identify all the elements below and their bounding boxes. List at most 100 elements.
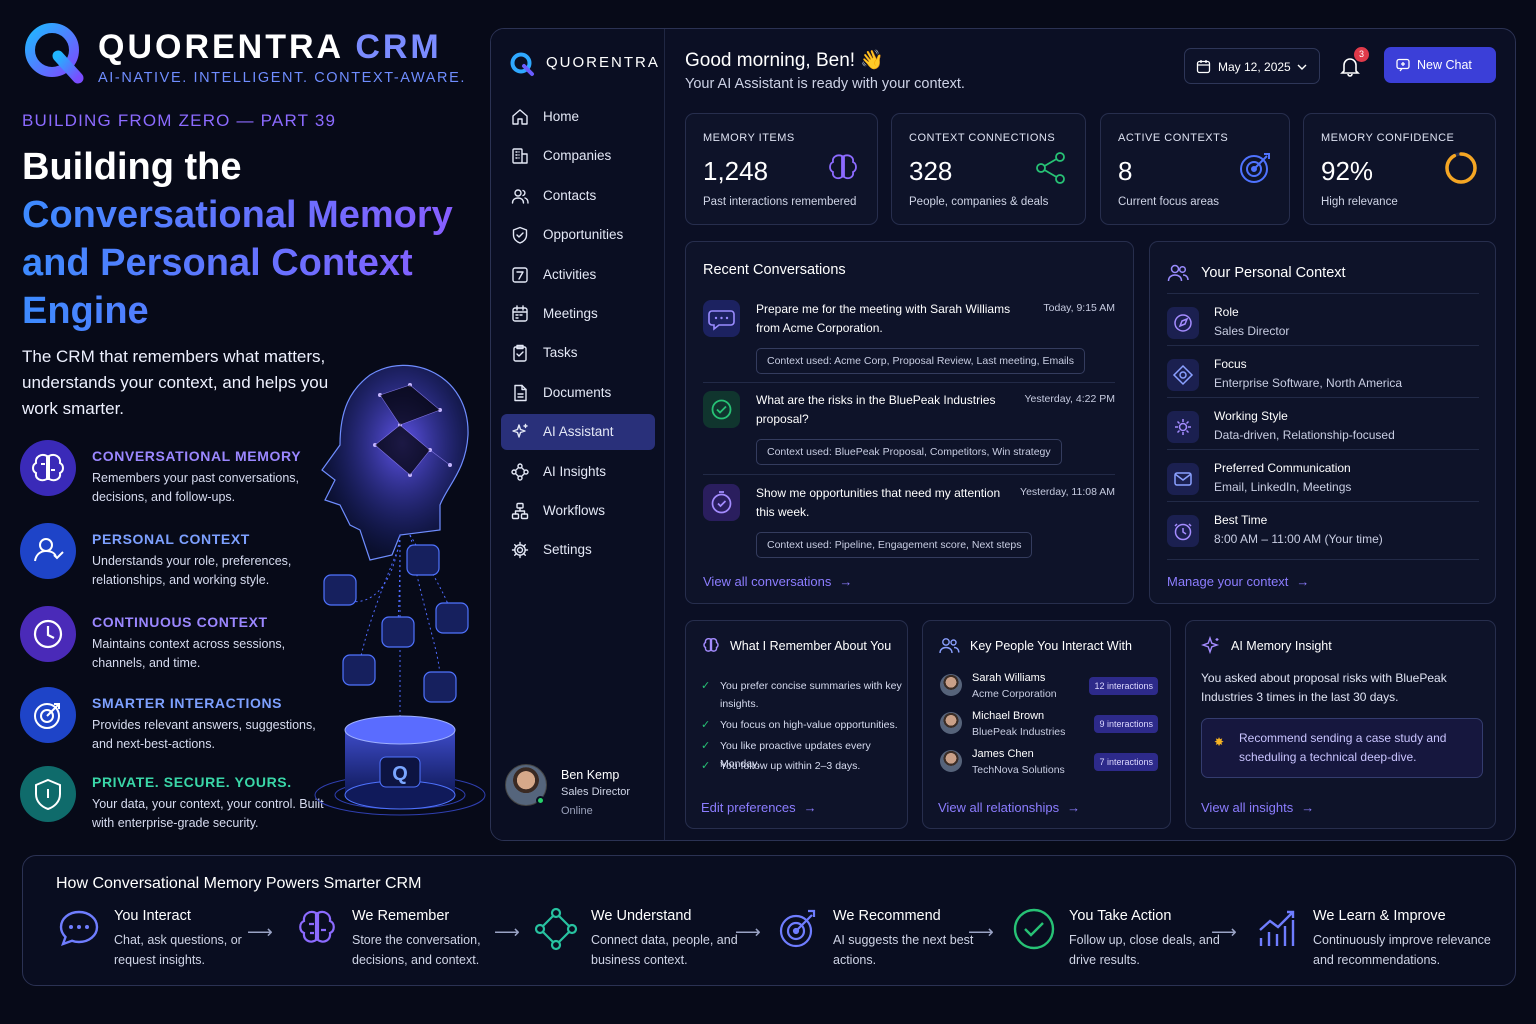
stat-card-context-connections[interactable]: CONTEXT CONNECTIONS 328 People, companie… [891, 113, 1086, 225]
view-all-relationships-link[interactable]: View all relationships → [938, 800, 1080, 815]
greeting: Good morning, Ben! 👋 [685, 50, 884, 71]
manage-context-link[interactable]: Manage your context → [1167, 574, 1309, 589]
flow-step-learn-improve: We Learn & Improve Continuously improve … [1255, 906, 1491, 976]
sparkle-icon [1201, 636, 1221, 656]
person-row[interactable]: James Chen TechNova Solutions 7 interact… [938, 747, 1158, 781]
greeting-subtitle: Your AI Assistant is ready with your con… [685, 76, 965, 92]
feature-personal-context: PERSONAL CONTEXT Understands your role, … [20, 523, 320, 587]
new-chat-button[interactable]: New Chat [1384, 47, 1496, 83]
users-icon [1167, 262, 1189, 284]
conversation-item[interactable]: Show me opportunities that need my atten… [703, 480, 1115, 566]
avatar [940, 750, 962, 772]
recent-conversations-title: Recent Conversations [703, 262, 846, 278]
view-all-insights-link[interactable]: View all insights → [1201, 800, 1314, 815]
interaction-count-badge: 7 interactions [1094, 753, 1158, 771]
sidebar-item-ai-assistant[interactable]: AI Assistant [501, 414, 655, 451]
target-icon [775, 906, 821, 952]
user-name: Ben Kemp [561, 768, 620, 782]
context-item-role[interactable]: Role Sales Director [1167, 301, 1477, 347]
brain-icon [294, 906, 340, 952]
interaction-count-badge: 12 interactions [1089, 677, 1158, 695]
quorentra-logo-icon[interactable] [509, 51, 535, 77]
check-icon: ✓ [701, 719, 711, 731]
person-row[interactable]: Sarah Williams Acme Corporation 12 inter… [938, 671, 1158, 705]
ai-memory-insight-title: AI Memory Insight [1231, 639, 1332, 653]
sidebar-item-tasks[interactable]: Tasks [501, 335, 655, 371]
sidebar-item-workflows[interactable]: Workflows [501, 493, 655, 529]
check-icon: ✓ [701, 740, 711, 752]
person-row[interactable]: Michael Brown BluePeak Industries 9 inte… [938, 709, 1158, 743]
sidebar-item-label: Activities [543, 266, 597, 282]
flow-step-take-action: You Take Action Follow up, close deals, … [1011, 906, 1241, 976]
sidebar-item-label: Settings [543, 542, 592, 558]
sidebar-item-label: AI Insights [543, 463, 607, 479]
date-picker-button[interactable]: May 12, 2025 [1184, 48, 1320, 84]
sidebar-item-ai-insights[interactable]: AI Insights [501, 454, 655, 490]
promo-subtitle: The CRM that remembers what matters, und… [22, 347, 329, 418]
workflow-icon [511, 502, 529, 520]
recommendation-box[interactable]: ✸ Recommend sending a case study and sch… [1201, 718, 1483, 778]
context-used-chip: Context used: Pipeline, Engagement score… [756, 532, 1033, 558]
context-item-working-style[interactable]: Working Style Data-driven, Relationship-… [1167, 405, 1477, 451]
key-people-card: Key People You Interact With Sarah Willi… [922, 620, 1171, 829]
building-icon [511, 147, 529, 165]
brain-icon [20, 440, 76, 496]
focus-icon [1167, 359, 1199, 391]
edit-preferences-link[interactable]: Edit preferences → [701, 800, 817, 815]
brand-tagline: AI-NATIVE. INTELLIGENT. CONTEXT-AWARE. [98, 70, 467, 86]
context-used-chip: Context used: BluePeak Proposal, Competi… [756, 439, 1062, 465]
arrow-right-icon: ⟶ [1211, 922, 1237, 942]
crm-dashboard-window: QUORENTRA Home Companies Contacts Opportuni… [490, 28, 1516, 841]
conversation-item[interactable]: What are the risks in the BluePeak Indus… [703, 387, 1115, 473]
feature-continuous-context: CONTINUOUS CONTEXT Maintains context acr… [20, 606, 320, 670]
view-all-conversations-link[interactable]: View all conversations → [703, 574, 852, 589]
growth-chart-icon [1255, 906, 1301, 952]
divider [703, 382, 1115, 383]
clipboard-check-icon [511, 344, 529, 363]
sidebar-item-activities[interactable]: Activities [501, 257, 655, 293]
avatar [940, 712, 962, 734]
network-icon [533, 906, 579, 952]
check-circle-icon [703, 391, 740, 428]
stat-card-active-contexts[interactable]: ACTIVE CONTEXTS 8 Current focus areas [1100, 113, 1290, 225]
quorentra-logo-icon [20, 18, 86, 84]
headline: Building the Conversational Memory and P… [22, 143, 472, 335]
context-item-focus[interactable]: Focus Enterprise Software, North America [1167, 353, 1477, 399]
sidebar-item-documents[interactable]: Documents [501, 375, 655, 411]
sidebar-item-meetings[interactable]: Meetings [501, 296, 655, 332]
mail-icon [1167, 463, 1199, 495]
user-icon [20, 523, 76, 579]
recent-conversations-card: Recent Conversations Prepare me for the … [685, 241, 1134, 604]
sidebar-item-label: Home [543, 109, 580, 124]
lightbulb-icon: ✸ [1214, 735, 1225, 749]
sidebar-item-label: Tasks [543, 345, 578, 361]
feature-private-secure: PRIVATE. SECURE. YOURS. Your data, your … [20, 766, 324, 830]
stat-card-memory-confidence[interactable]: MEMORY CONFIDENCE 92% High relevance [1303, 113, 1496, 225]
chat-bubble-icon [56, 906, 102, 952]
sidebar-item-settings[interactable]: Settings [501, 532, 655, 568]
gear-icon [511, 541, 529, 559]
flow-panel: How Conversational Memory Powers Smarter… [22, 855, 1516, 986]
sidebar-item-contacts[interactable]: Contacts [501, 178, 655, 214]
stat-card-memory-items[interactable]: MEMORY ITEMS 1,248 Past interactions rem… [685, 113, 878, 225]
feature-conversational-memory: CONVERSATIONAL MEMORY Remembers your pas… [20, 440, 320, 504]
divider [703, 474, 1115, 475]
user-profile[interactable]: Ben Kemp Sales Director Online [505, 762, 655, 822]
sidebar-item-label: Meetings [543, 306, 598, 321]
sidebar-item-label: Companies [543, 148, 612, 164]
conversation-item[interactable]: Prepare me for the meeting with Sarah Wi… [703, 296, 1115, 382]
chat-plus-icon [1396, 58, 1410, 72]
context-item-preferred-communication[interactable]: Preferred Communication Email, LinkedIn,… [1167, 457, 1477, 503]
divider [1167, 559, 1479, 560]
sidebar-item-companies[interactable]: Companies [501, 138, 655, 174]
brain-icon [701, 636, 721, 656]
sidebar-item-home[interactable]: Home [501, 99, 655, 135]
flow-title: How Conversational Memory Powers Smarter… [56, 875, 422, 892]
sidebar-item-label: Workflows [543, 503, 606, 518]
sidebar-item-label: Contacts [543, 187, 597, 203]
sidebar-brand[interactable]: QUORENTRA [546, 54, 660, 71]
online-status-dot [536, 796, 545, 805]
context-item-best-time[interactable]: Best Time 8:00 AM – 11:00 AM (Your time) [1167, 509, 1477, 555]
sidebar-item-opportunities[interactable]: Opportunities [501, 217, 655, 253]
progress-ring-icon [1441, 148, 1481, 188]
